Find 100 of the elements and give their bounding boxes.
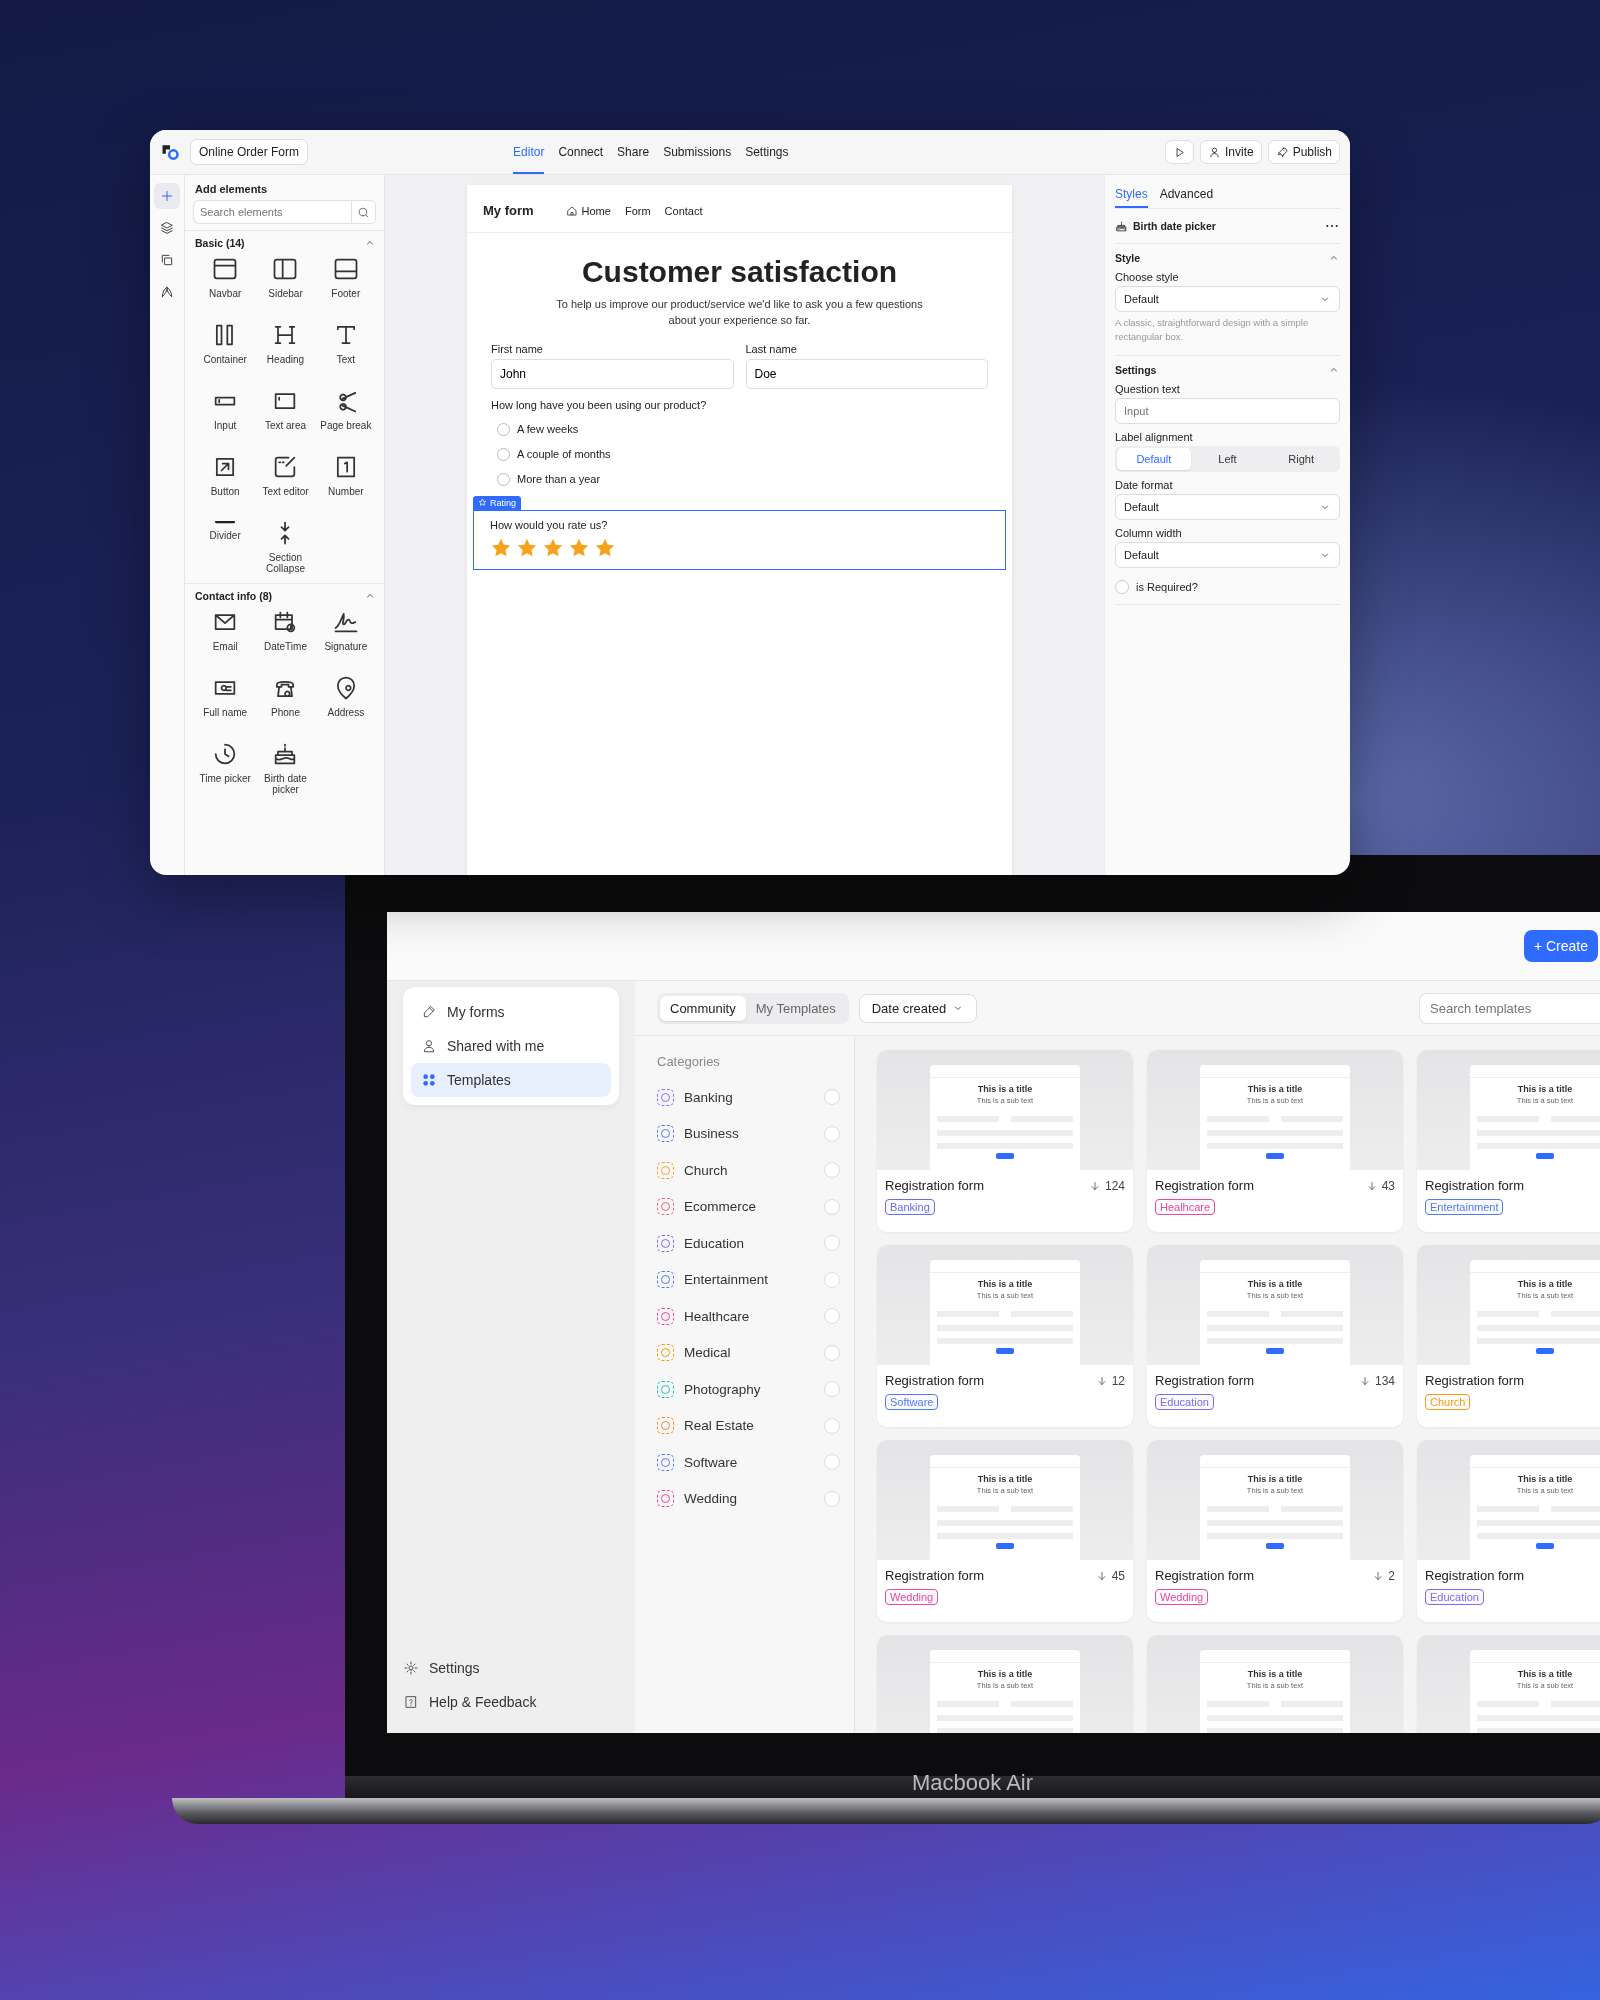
down-icon [1372, 1569, 1385, 1582]
category-checkbox[interactable] [824, 1162, 840, 1179]
rating-block[interactable]: How would you rate us? [473, 509, 1006, 570]
search-field[interactable]: Search templates [1419, 992, 1600, 1024]
element-tile[interactable]: Address [315, 674, 376, 732]
category-checkbox[interactable] [824, 1417, 840, 1434]
editor-tab[interactable]: Share [617, 130, 650, 174]
element-tile[interactable]: Phone [255, 674, 316, 732]
template-name: Registration form [1425, 1178, 1524, 1193]
create-button[interactable]: + Create [1523, 930, 1598, 962]
category-checkbox[interactable] [824, 1125, 840, 1142]
category-item[interactable]: Banking [657, 1079, 840, 1116]
app-logo [160, 142, 180, 162]
category-item[interactable]: Software [657, 1444, 840, 1481]
source-tab[interactable]: Community [660, 995, 746, 1021]
sidebar-item[interactable]: Settings [403, 1651, 619, 1685]
element-tile[interactable]: Time picker [195, 740, 256, 798]
inspector-tab[interactable]: Styles [1115, 181, 1148, 208]
category-checkbox[interactable] [824, 1198, 840, 1215]
category-item[interactable]: Entertainment [657, 1261, 840, 1298]
select-field[interactable]: Default [1115, 286, 1340, 312]
sidebar-item[interactable]: Help & Feedback [403, 1685, 619, 1719]
invite-button[interactable]: Invite [1199, 140, 1262, 164]
element-tile[interactable]: Section Collapse [255, 519, 316, 577]
category-item[interactable]: Real Estate [657, 1407, 840, 1444]
element-tile[interactable]: Birth date picker [255, 740, 316, 798]
element-tile[interactable]: Signature [315, 608, 376, 666]
checkbox[interactable] [1115, 579, 1129, 594]
field-label: First name [491, 342, 544, 355]
category-item[interactable]: Wedding [657, 1480, 840, 1517]
field-label: Choose style [1115, 271, 1180, 283]
publish-button[interactable]: Publish [1267, 140, 1340, 164]
sidebar-item[interactable]: Templates [411, 1063, 611, 1097]
nav-link[interactable]: Contact [664, 204, 703, 217]
sidebar-item[interactable]: My forms [411, 995, 611, 1029]
editor-tab[interactable]: Connect [558, 130, 604, 174]
element-tile[interactable]: Full name [195, 674, 256, 732]
category-checkbox[interactable] [824, 1454, 840, 1471]
divider-icon [214, 519, 237, 525]
element-tile[interactable]: Page break [315, 387, 376, 445]
inspector-tab[interactable]: Advanced [1159, 181, 1214, 208]
category-tag: Wedding [1155, 1589, 1209, 1605]
search-field[interactable]: Search elements [193, 200, 351, 224]
element-tile[interactable]: Email [195, 608, 256, 666]
element-tile[interactable]: DateTime [255, 608, 316, 666]
alignment-option[interactable]: Default [1117, 447, 1191, 470]
element-tile[interactable]: Text editor [255, 453, 316, 511]
alignment-option[interactable]: Right [1264, 447, 1338, 470]
source-tab[interactable]: My Templates [745, 995, 846, 1021]
element-tile[interactable]: Number [315, 453, 376, 511]
category-checkbox[interactable] [824, 1089, 840, 1106]
category-checkbox[interactable] [824, 1308, 840, 1325]
preview-title: This is a title [1247, 1474, 1303, 1484]
category-checkbox[interactable] [824, 1490, 840, 1507]
mini-submit-drawing [1536, 1543, 1554, 1549]
category-item[interactable]: Business [657, 1115, 840, 1152]
element-tile[interactable]: Button [195, 453, 256, 511]
field-label: Question text [1115, 382, 1181, 395]
category-item[interactable]: Education [657, 1225, 840, 1262]
help-text: A classic, straightforward design with a simple rectangular box. [1115, 316, 1310, 345]
element-tile[interactable]: Container [195, 321, 256, 379]
text-field[interactable]: Input [1115, 397, 1340, 424]
element-tile[interactable]: Input [195, 387, 256, 445]
category-item[interactable]: Healthcare [657, 1298, 840, 1335]
mini-submit-drawing [1266, 1153, 1284, 1159]
element-tile[interactable]: Text [315, 321, 376, 379]
mini-submit-drawing [1266, 1348, 1284, 1354]
element-tag: Rating [473, 495, 521, 510]
element-tile[interactable]: Divider [195, 519, 256, 577]
editor-tab[interactable]: Settings [745, 130, 789, 174]
element-tile[interactable]: Sidebar [255, 255, 316, 313]
category-checkbox[interactable] [824, 1344, 840, 1361]
sidebar-item[interactable]: Shared with me [411, 1029, 611, 1063]
plus-icon [159, 188, 175, 204]
category-tag: Entertainment [1425, 1199, 1504, 1215]
preview-button[interactable] [1164, 140, 1194, 164]
category-item[interactable]: Photography [657, 1371, 840, 1408]
element-tile[interactable]: Navbar [195, 255, 256, 313]
alignment-option[interactable]: Left [1190, 447, 1265, 470]
sort-dropdown[interactable]: Date created [858, 993, 978, 1023]
layers-icon [159, 220, 175, 236]
nav-link[interactable]: Home [565, 204, 611, 217]
select-field[interactable]: Default [1115, 541, 1340, 568]
nav-link[interactable]: Form [624, 204, 651, 217]
category-checkbox[interactable] [824, 1271, 840, 1288]
category-checkbox[interactable] [824, 1235, 840, 1252]
element-tile[interactable]: Text area [255, 387, 316, 445]
category-item[interactable]: Church [657, 1152, 840, 1189]
category-item[interactable]: Medical [657, 1334, 840, 1371]
element-tile[interactable]: Heading [255, 321, 316, 379]
select-field[interactable]: Default [1115, 493, 1340, 520]
editor-tab[interactable]: Submissions [663, 130, 732, 174]
text-field[interactable]: Doe [745, 358, 988, 389]
element-tile[interactable]: Footer [315, 255, 376, 313]
text-field[interactable]: John [491, 358, 734, 389]
preview-title: This is a title [1247, 1669, 1303, 1679]
search-button[interactable] [351, 200, 376, 224]
category-item[interactable]: Ecommerce [657, 1188, 840, 1225]
form-name[interactable]: Online Order Form [190, 139, 309, 165]
category-checkbox[interactable] [824, 1381, 840, 1398]
